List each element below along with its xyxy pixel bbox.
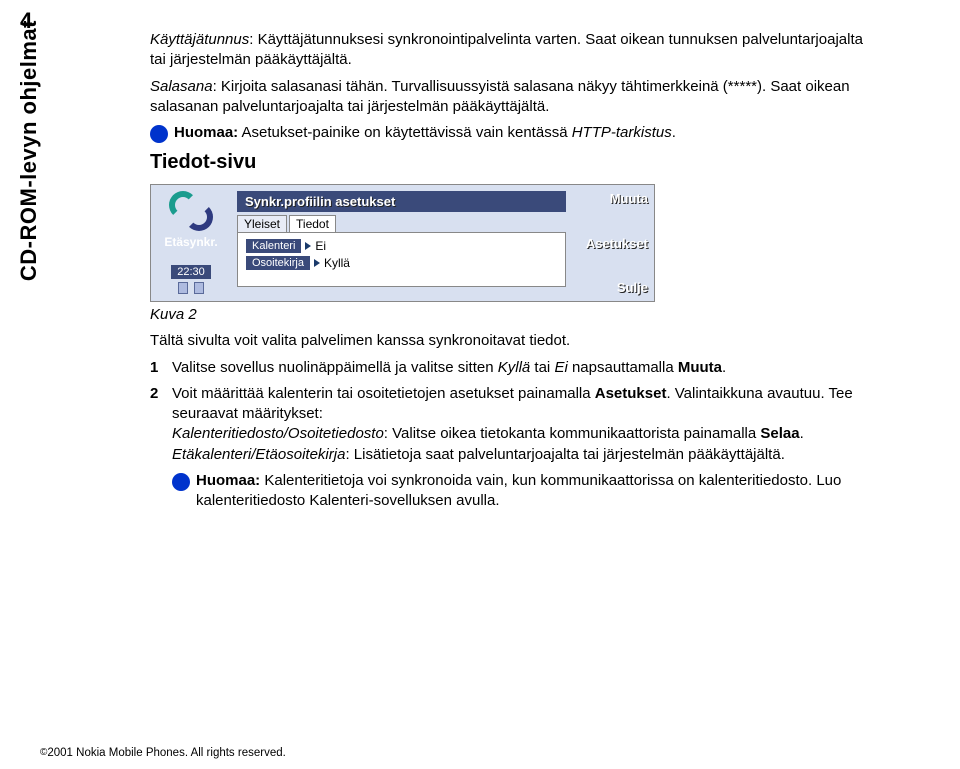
text: . [672, 124, 676, 141]
device-main-pane: Synkr.profiilin asetukset Yleiset Tiedot… [231, 185, 572, 301]
footer-text: 2001 Nokia Mobile Phones. All rights res… [47, 747, 285, 759]
list-item-1: 1 Valitse sovellus nuolinäppäimellä ja v… [150, 358, 870, 378]
paragraph-password: Salasana: Kirjoita salasanasi tähän. Tur… [150, 77, 870, 118]
softkey-sulje[interactable]: Sulje [617, 280, 648, 295]
note-bullet-icon [150, 125, 168, 143]
tab-tiedot[interactable]: Tiedot [289, 215, 336, 232]
chevron-right-icon [314, 259, 320, 267]
note-calendar: Huomaa: Kalenteritietoja voi synkronoida… [172, 471, 870, 512]
device-title: Synkr.profiilin asetukset [237, 191, 566, 212]
text: napsauttamalla [568, 359, 678, 376]
device-clock: 22:30 [171, 265, 211, 279]
list-body: Valitse sovellus nuolinäppäimellä ja val… [172, 358, 870, 378]
option-value: Ei [315, 239, 326, 253]
tab-yleiset[interactable]: Yleiset [237, 215, 287, 232]
paragraph-after-fig: Tältä sivulta voit valita palvelimen kan… [150, 331, 870, 351]
bold: Asetukset [595, 385, 667, 402]
term-username: Käyttäjätunnus [150, 31, 249, 48]
note-text: Huomaa: Kalenteritietoja voi synkronoida… [196, 471, 870, 512]
text: : Käyttäjätunnuksesi synkronointipalveli… [150, 31, 863, 68]
option-osoitekirja[interactable]: Osoitekirja Kyllä [246, 256, 557, 270]
arc-icon [185, 203, 213, 231]
softkey-muuta[interactable]: Muuta [610, 191, 648, 206]
device-panel: Kalenteri Ei Osoitekirja Kyllä [237, 232, 566, 287]
text: Asetukset-painike on käytettävissä vain … [238, 124, 572, 141]
sync-icon [169, 191, 213, 231]
option-label: Kalenteri [246, 239, 301, 253]
option-label: Osoitekirja [246, 256, 310, 270]
device-left-pane: Etäsynkr. 22:30 [151, 185, 231, 301]
note-italic: HTTP-tarkistus [572, 124, 672, 141]
tab-row: Yleiset Tiedot [237, 215, 566, 232]
device-status-bar [178, 282, 204, 294]
text: : Valitse oikea tietokanta kommunikaatto… [384, 425, 761, 442]
list-number: 1 [150, 358, 172, 378]
chevron-right-icon [305, 242, 311, 250]
figure-caption: Kuva 2 [150, 306, 870, 323]
term-password: Salasana [150, 78, 213, 95]
device-app-label: Etäsynkr. [164, 235, 217, 249]
option-value: Kyllä [324, 256, 350, 270]
battery-icon [194, 282, 204, 294]
text: Valitse sovellus nuolinäppäimellä ja val… [172, 359, 498, 376]
softkey-asetukset[interactable]: Asetukset [586, 236, 648, 251]
device-screen: Etäsynkr. 22:30 Synkr.profiilin asetukse… [150, 184, 655, 302]
device-softkeys: Muuta Asetukset Sulje [572, 185, 654, 301]
italic: Ei [554, 359, 567, 376]
bold: Selaa [760, 425, 799, 442]
text: . [722, 359, 726, 376]
text: Kalenteritietoja voi synkronoida vain, k… [196, 472, 841, 509]
signal-icon [178, 282, 188, 294]
note-label: Huomaa: [174, 124, 238, 141]
paragraph-username: Käyttäjätunnus: Käyttäjätunnuksesi synkr… [150, 30, 870, 71]
note-http: Huomaa: Asetukset-painike on käytettävis… [150, 123, 870, 143]
italic: Etäkalenteri/Etäosoitekirja [172, 446, 345, 463]
footer-copyright: ©2001 Nokia Mobile Phones. All rights re… [40, 747, 286, 759]
list-item-2: 2 Voit määrittää kalenterin tai osoiteti… [150, 384, 870, 512]
text: Voit määrittää kalenterin tai osoitetiet… [172, 385, 595, 402]
note-label: Huomaa: [196, 472, 260, 489]
side-label: CD-ROM-levyn ohjelmat [16, 20, 42, 281]
text: : Lisätietoja saat palveluntarjoajalta t… [345, 446, 784, 463]
list-body: Voit määrittää kalenterin tai osoitetiet… [172, 384, 870, 512]
section-heading: Tiedot-sivu [150, 151, 870, 174]
note-text: Huomaa: Asetukset-painike on käytettävis… [174, 123, 676, 143]
bold: Muuta [678, 359, 722, 376]
device-figure: Etäsynkr. 22:30 Synkr.profiilin asetukse… [150, 184, 655, 302]
italic: Kalenteritiedosto/Osoitetiedosto [172, 425, 384, 442]
main-content: Käyttäjätunnus: Käyttäjätunnuksesi synkr… [150, 30, 870, 517]
list-number: 2 [150, 384, 172, 512]
text: . [800, 425, 804, 442]
text: : Kirjoita salasanasi tähän. Turvallisuu… [150, 78, 850, 115]
text: tai [530, 359, 554, 376]
italic: Kyllä [498, 359, 531, 376]
note-bullet-icon [172, 473, 190, 491]
option-kalenteri[interactable]: Kalenteri Ei [246, 239, 557, 253]
